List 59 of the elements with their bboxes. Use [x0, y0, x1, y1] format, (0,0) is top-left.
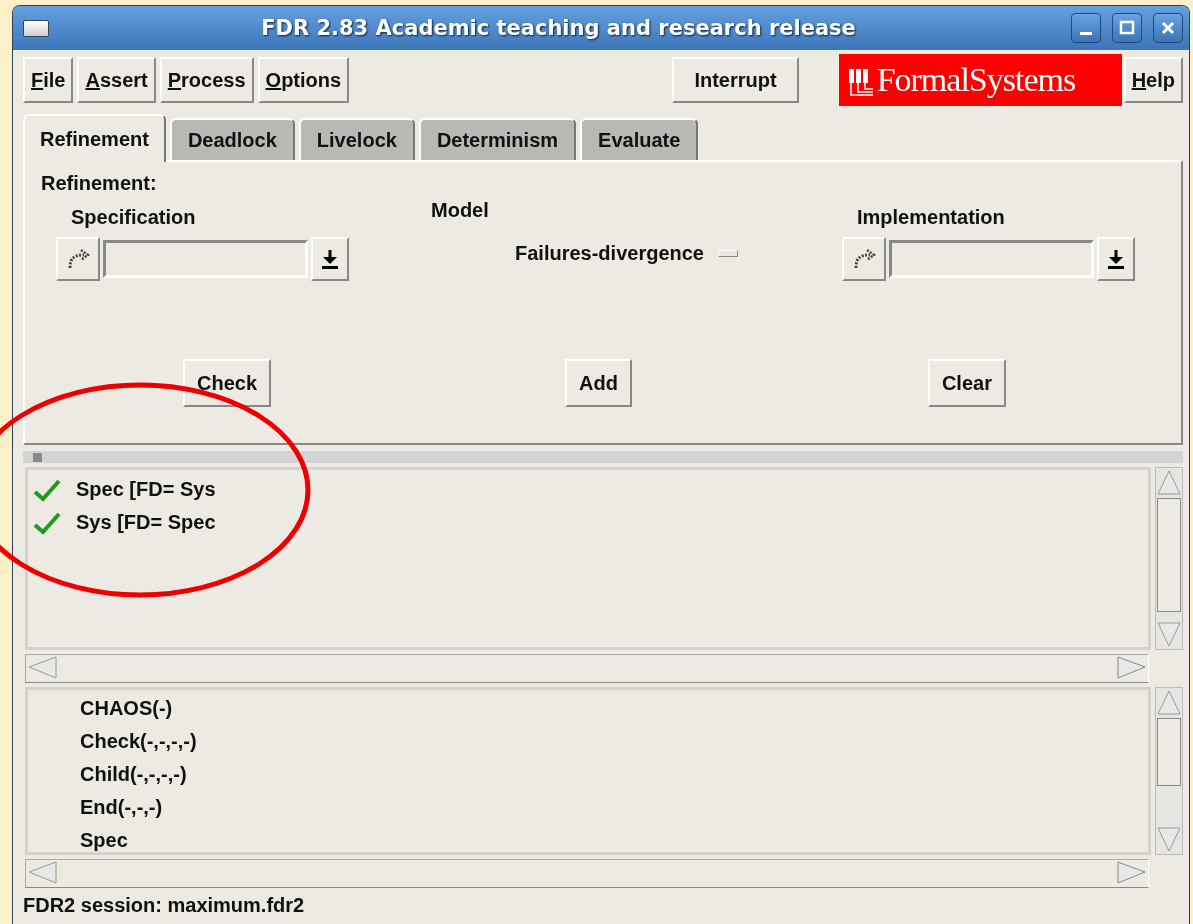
window-title: FDR 2.83 Academic teaching and research release [260, 16, 857, 40]
maximize-icon [1119, 20, 1135, 36]
process-item[interactable]: End(-,-,-) [80, 796, 163, 819]
scroll-up-icon[interactable] [1156, 468, 1182, 496]
scroll-down-icon[interactable] [1156, 826, 1182, 854]
download-arrow-icon [321, 248, 339, 270]
tab[interactable]: Evaluate [580, 118, 699, 160]
menu-button[interactable]: Assert [77, 57, 156, 103]
result-item[interactable]: Sys [FD= Spec [76, 511, 216, 534]
scroll-down-icon[interactable] [1156, 621, 1182, 649]
action-button[interactable]: Add [565, 359, 632, 407]
arrow-button[interactable] [56, 237, 100, 281]
logo-text: FormalSystems [876, 61, 1076, 99]
dropdown-button[interactable] [1097, 237, 1135, 281]
tab[interactable]: Deadlock [169, 118, 295, 160]
dropdown-button[interactable] [311, 237, 349, 281]
maximize-button[interactable] [1112, 13, 1142, 43]
horizontal-scrollbar[interactable] [25, 859, 1149, 888]
process-item[interactable]: Check(-,-,-,-) [80, 730, 197, 753]
vertical-scrollbar[interactable] [1155, 467, 1183, 650]
implementation-label: Implementation [856, 205, 1006, 229]
download-arrow-icon [1107, 248, 1125, 270]
window-menu-icon[interactable] [23, 19, 49, 37]
menu-button[interactable]: Options [257, 57, 350, 103]
process-item[interactable]: Child(-,-,-,-) [80, 763, 187, 786]
implementation-field[interactable] [889, 240, 1094, 278]
specification-label: Specification [70, 205, 197, 229]
process-item[interactable]: Spec [80, 829, 128, 852]
action-button[interactable]: Clear [927, 359, 1006, 407]
section-heading: Refinement: [41, 172, 157, 194]
result-item[interactable]: Spec [FD= Sys [76, 478, 216, 501]
close-button[interactable] [1153, 13, 1183, 43]
scroll-right-icon[interactable] [1116, 860, 1148, 885]
model-value: Failures-divergence [515, 242, 704, 265]
action-button[interactable]: Check [183, 359, 272, 407]
process-item[interactable]: CHAOS(-) [80, 697, 173, 720]
curved-arrow-icon [66, 248, 90, 270]
curved-arrow-icon [852, 248, 876, 270]
horizontal-scrollbar[interactable] [25, 654, 1149, 683]
specification-field[interactable] [103, 240, 308, 278]
minimize-icon [1080, 31, 1092, 35]
tab[interactable]: Livelock [298, 118, 415, 160]
vertical-scrollbar[interactable] [1155, 687, 1183, 855]
help-menu[interactable]: Help [1123, 57, 1183, 103]
scroll-left-icon[interactable] [26, 655, 58, 680]
scroll-up-icon[interactable] [1156, 688, 1182, 716]
close-icon [1160, 20, 1176, 36]
arrow-button[interactable] [842, 237, 886, 281]
minimize-button[interactable] [1071, 13, 1101, 43]
status-text: FDR2 session: maximum.fdr2 [23, 894, 306, 917]
scroll-left-icon[interactable] [26, 860, 58, 885]
menu-button[interactable]: File [23, 57, 74, 103]
model-label: Model [431, 199, 490, 222]
option-menu-indicator[interactable] [717, 250, 738, 257]
tab[interactable]: Determinism [418, 118, 577, 160]
interrupt-button[interactable]: Interrupt [672, 57, 799, 103]
tab[interactable]: Refinement [23, 114, 166, 162]
menu-button[interactable]: Process [159, 57, 254, 103]
scroll-right-icon[interactable] [1116, 655, 1148, 680]
